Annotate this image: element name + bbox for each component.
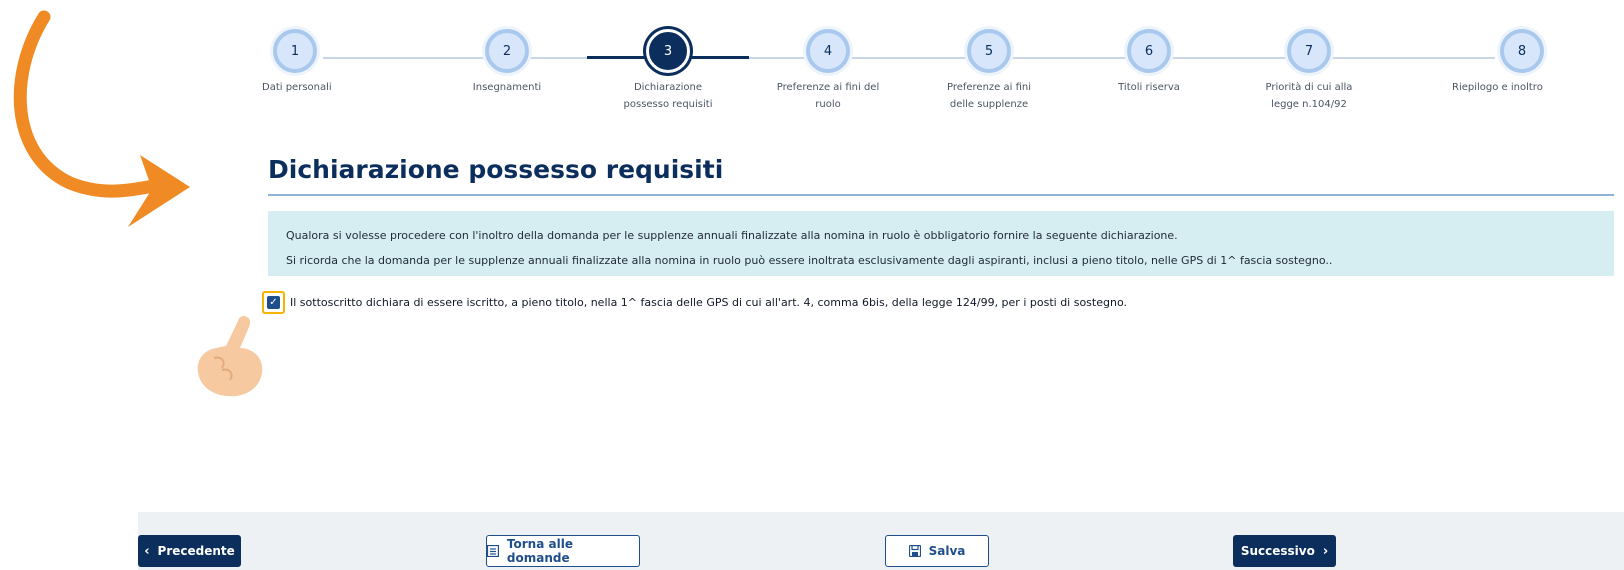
- step-1[interactable]: 1 Dati personali: [225, 29, 365, 96]
- step-label: Preferenze ai fini del ruolo: [776, 82, 880, 110]
- step-label: Riepilogo e inoltro: [1452, 82, 1543, 93]
- step-number: 6: [1127, 29, 1171, 73]
- chevron-right-icon: ›: [1322, 543, 1329, 559]
- list-icon: [487, 545, 499, 557]
- step-7[interactable]: 7 Priorità di cui alla legge n.104/92: [1239, 29, 1379, 113]
- checkmark-icon: ✓: [269, 297, 278, 308]
- info-alert: Qualora si volesse procedere con l'inolt…: [268, 211, 1614, 276]
- step-5[interactable]: 5 Preferenze ai fini delle supplenze: [919, 29, 1059, 113]
- step-label: Preferenze ai fini delle supplenze: [946, 82, 1032, 110]
- back-button-label: Torna alle domande: [506, 537, 573, 565]
- chevron-left-icon: ‹: [144, 543, 150, 559]
- step-8[interactable]: 8 Riepilogo e inoltro: [1452, 29, 1592, 96]
- step-2[interactable]: 2 Insegnamenti: [437, 29, 577, 96]
- back-to-questions-button[interactable]: Torna alle domande: [486, 535, 640, 567]
- step-label: Titoli riserva: [1118, 82, 1180, 93]
- previous-button[interactable]: ‹ Precedente: [138, 535, 241, 567]
- step-4[interactable]: 4 Preferenze ai fini del ruolo: [758, 29, 898, 113]
- step-number: 1: [273, 29, 317, 73]
- step-label: Dati personali: [262, 82, 332, 93]
- info-line-2: Si ricorda che la domanda per le supplen…: [286, 254, 1333, 267]
- progress-stepper: 1 Dati personali 2 Insegnamenti 3 Dichia…: [0, 0, 1624, 130]
- step-number: 5: [967, 29, 1011, 73]
- consent-row: ✓ Il sottoscritto dichiara di essere isc…: [262, 291, 1127, 314]
- pointing-hand-icon: [197, 316, 263, 397]
- consent-checkbox-highlight[interactable]: ✓: [262, 291, 285, 314]
- save-button-label: Salva: [928, 544, 966, 558]
- next-button-label: Successivo: [1240, 544, 1315, 558]
- title-divider: [268, 194, 1614, 196]
- consent-checkbox[interactable]: ✓: [267, 296, 280, 309]
- floppy-disk-icon: [908, 545, 921, 557]
- step-3[interactable]: 3 Dichiarazione possesso requisiti: [598, 29, 738, 113]
- step-number: 2: [485, 29, 529, 73]
- step-number: 8: [1500, 29, 1544, 73]
- step-6[interactable]: 6 Titoli riserva: [1079, 29, 1219, 96]
- step-number: 3: [646, 29, 690, 73]
- save-button[interactable]: Salva: [885, 535, 989, 567]
- step-label: Insegnamenti: [472, 82, 542, 93]
- info-line-1: Qualora si volesse procedere con l'inolt…: [286, 229, 1178, 242]
- step-label: Dichiarazione possesso requisiti: [623, 82, 713, 110]
- footer-bar: [138, 512, 1624, 570]
- step-label: Priorità di cui alla legge n.104/92: [1265, 82, 1353, 110]
- step-number: 7: [1287, 29, 1331, 73]
- consent-label: Il sottoscritto dichiara di essere iscri…: [290, 296, 1127, 309]
- previous-button-label: Precedente: [157, 544, 235, 558]
- next-button[interactable]: Successivo ›: [1233, 535, 1336, 567]
- step-number: 4: [806, 29, 850, 73]
- page-title: Dichiarazione possesso requisiti: [268, 155, 724, 184]
